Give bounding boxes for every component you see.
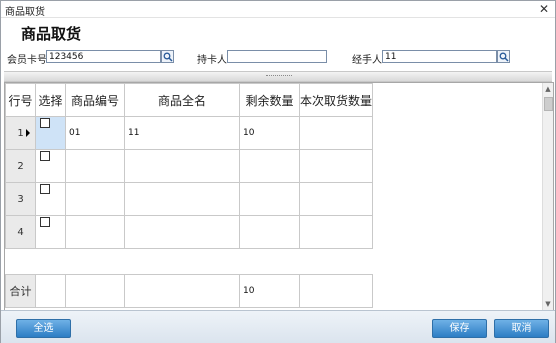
pickup-qty-cell[interactable] (298, 182, 374, 216)
row-checkbox[interactable] (40, 118, 50, 128)
code-cell[interactable]: 01 (65, 116, 125, 150)
column-header-remaining[interactable]: 剩余数量 (239, 83, 300, 117)
total-row: 合计 10 (5, 274, 374, 308)
select-cell[interactable] (35, 149, 66, 183)
current-row-indicator-icon (26, 129, 30, 137)
total-code-cell (65, 274, 125, 308)
total-select-cell (35, 274, 66, 308)
title-bar: 商品取货 ✕ (1, 1, 555, 18)
code-cell[interactable] (65, 149, 125, 183)
select-cell[interactable] (35, 215, 66, 249)
dialog-window: 商品取货 ✕ 商品取货 会员卡号 123456 持卡人 经手人 11 行号 选择… (0, 0, 556, 343)
column-header-row-no[interactable]: 行号 (5, 83, 36, 117)
pickup-qty-cell[interactable] (298, 215, 374, 249)
total-label: 合计 (5, 274, 36, 308)
scroll-thumb[interactable] (544, 97, 553, 111)
member-card-search-button[interactable] (161, 50, 174, 63)
remaining-cell[interactable] (239, 215, 300, 249)
page-title: 商品取货 (21, 25, 82, 43)
table-row[interactable]: 3 (5, 182, 374, 216)
row-number: 2 (5, 149, 36, 183)
grid-table: 行号 选择 商品编号 商品全名 剩余数量 本次取货数量 1 01 11 10 2… (5, 83, 374, 308)
grid-header-row: 行号 选择 商品编号 商品全名 剩余数量 本次取货数量 (5, 83, 374, 117)
table-row[interactable]: 2 (5, 149, 374, 183)
select-all-button[interactable]: 全选 (16, 319, 71, 338)
column-header-pickup-qty[interactable]: 本次取货数量 (298, 83, 374, 117)
vertical-scrollbar[interactable]: ▲ ▼ (542, 83, 553, 310)
table-row[interactable]: 4 (5, 215, 374, 249)
code-cell[interactable] (65, 215, 125, 249)
search-icon (163, 52, 173, 62)
pickup-qty-cell[interactable] (298, 116, 374, 150)
row-number: 4 (5, 215, 36, 249)
cancel-button[interactable]: 取消 (494, 319, 549, 338)
handler-input[interactable]: 11 (382, 50, 497, 63)
handler-label: 经手人 (352, 55, 382, 66)
name-cell[interactable] (124, 182, 240, 216)
data-grid: 行号 选择 商品编号 商品全名 剩余数量 本次取货数量 1 01 11 10 2… (4, 82, 554, 311)
handler-search-button[interactable] (497, 50, 510, 63)
pickup-qty-cell[interactable] (298, 149, 374, 183)
scroll-up-icon[interactable]: ▲ (544, 85, 552, 93)
total-remaining-cell: 10 (239, 274, 300, 308)
save-button[interactable]: 保存 (432, 319, 487, 338)
row-checkbox[interactable] (40, 217, 50, 227)
row-number: 1 (5, 116, 36, 150)
name-cell[interactable]: 11 (124, 116, 240, 150)
select-cell[interactable] (35, 182, 66, 216)
select-cell[interactable] (35, 116, 66, 150)
name-cell[interactable] (124, 215, 240, 249)
window-title: 商品取货 (5, 7, 45, 18)
grip-handle[interactable] (266, 75, 292, 78)
column-header-select[interactable]: 选择 (35, 83, 66, 117)
footer-bar: 全选 保存 取消 (1, 310, 555, 343)
remaining-cell[interactable] (239, 149, 300, 183)
name-cell[interactable] (124, 149, 240, 183)
table-row[interactable]: 1 01 11 10 (5, 116, 374, 150)
row-checkbox[interactable] (40, 151, 50, 161)
column-header-name[interactable]: 商品全名 (124, 83, 240, 117)
empty-spacer-row (5, 248, 373, 275)
member-card-label: 会员卡号 (7, 55, 47, 66)
splitter-bar[interactable] (4, 71, 552, 82)
close-icon[interactable]: ✕ (539, 2, 549, 16)
row-number: 3 (5, 182, 36, 216)
scroll-down-icon[interactable]: ▼ (544, 300, 552, 308)
remaining-cell[interactable]: 10 (239, 116, 300, 150)
search-icon (499, 52, 509, 62)
total-name-cell (124, 274, 240, 308)
row-checkbox[interactable] (40, 184, 50, 194)
code-cell[interactable] (65, 182, 125, 216)
card-holder-input[interactable] (227, 50, 327, 63)
member-card-input[interactable]: 123456 (46, 50, 161, 63)
column-header-code[interactable]: 商品编号 (65, 83, 125, 117)
remaining-cell[interactable] (239, 182, 300, 216)
total-pickup-cell (298, 274, 374, 308)
card-holder-label: 持卡人 (197, 55, 227, 66)
